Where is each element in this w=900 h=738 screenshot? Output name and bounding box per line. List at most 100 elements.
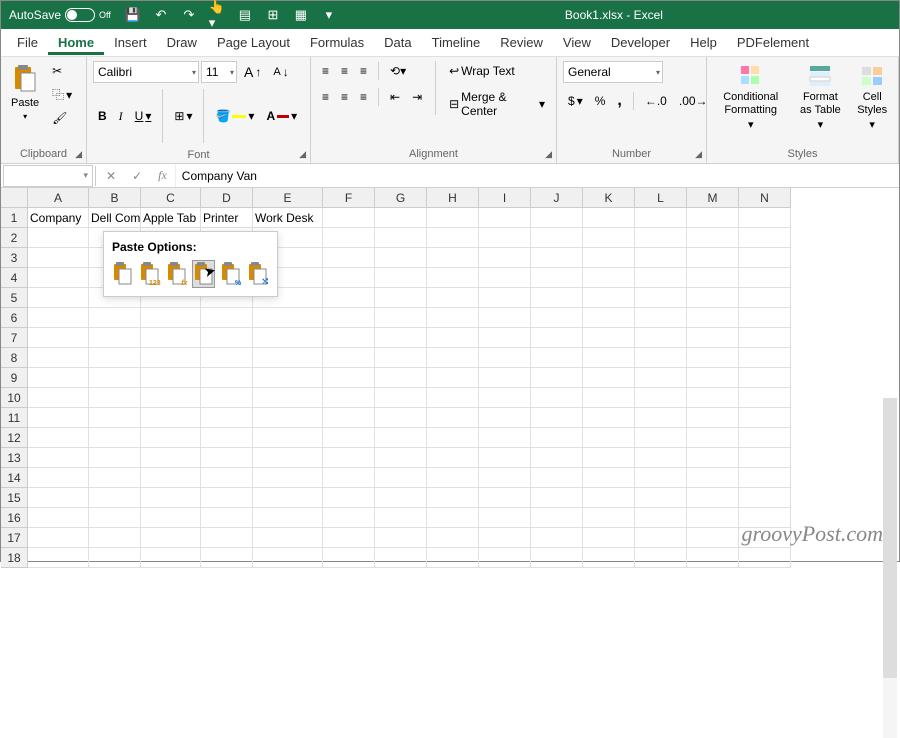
font-color-button[interactable]: A▾ [261,106,302,126]
cell-C1[interactable]: Apple Tab [141,208,201,228]
cell-F7[interactable] [323,328,375,348]
cell-A15[interactable] [28,488,89,508]
cell-I8[interactable] [479,348,531,368]
cell-M18[interactable] [687,548,739,568]
cell-L6[interactable] [635,308,687,328]
cell-D8[interactable] [201,348,253,368]
cell-M15[interactable] [687,488,739,508]
cell-F18[interactable] [323,548,375,568]
cell-I13[interactable] [479,448,531,468]
align-center-button[interactable]: ≡ [336,87,353,107]
cell-L7[interactable] [635,328,687,348]
cell-B10[interactable] [89,388,141,408]
cell-J14[interactable] [531,468,583,488]
cell-N10[interactable] [739,388,791,408]
tab-timeline[interactable]: Timeline [422,31,491,54]
cell-F10[interactable] [323,388,375,408]
cell-I7[interactable] [479,328,531,348]
cell-N2[interactable] [739,228,791,248]
tab-insert[interactable]: Insert [104,31,157,54]
row-header-16[interactable]: 16 [1,508,28,528]
row-header-3[interactable]: 3 [1,248,28,268]
cell-N18[interactable] [739,548,791,568]
cell-I1[interactable] [479,208,531,228]
align-bottom-button[interactable]: ≡ [355,61,372,81]
cell-L13[interactable] [635,448,687,468]
cell-A4[interactable] [28,268,89,288]
cell-K17[interactable] [583,528,635,548]
cut-button[interactable]: ✂ [47,61,77,81]
cell-B13[interactable] [89,448,141,468]
cell-K10[interactable] [583,388,635,408]
column-header-J[interactable]: J [531,188,583,208]
row-header-14[interactable]: 14 [1,468,28,488]
cell-A6[interactable] [28,308,89,328]
paste-button[interactable]: Paste ▾ [7,61,43,124]
cell-M9[interactable] [687,368,739,388]
cell-B8[interactable] [89,348,141,368]
cell-J11[interactable] [531,408,583,428]
align-top-button[interactable]: ≡ [317,61,334,81]
cell-H5[interactable] [427,288,479,308]
cell-F1[interactable] [323,208,375,228]
cell-G11[interactable] [375,408,427,428]
cell-C15[interactable] [141,488,201,508]
cell-C10[interactable] [141,388,201,408]
cell-K3[interactable] [583,248,635,268]
cell-G4[interactable] [375,268,427,288]
cell-N4[interactable] [739,268,791,288]
cell-H1[interactable] [427,208,479,228]
row-header-11[interactable]: 11 [1,408,28,428]
cell-M4[interactable] [687,268,739,288]
increase-decimal-button[interactable]: ←.0 [640,91,672,111]
cell-J1[interactable] [531,208,583,228]
tab-page-layout[interactable]: Page Layout [207,31,300,54]
cell-B1[interactable]: Dell Comp [89,208,141,228]
column-header-E[interactable]: E [253,188,323,208]
cell-M3[interactable] [687,248,739,268]
cell-C17[interactable] [141,528,201,548]
merge-center-button[interactable]: ⊟ Merge & Center ▾ [444,87,550,121]
cell-L10[interactable] [635,388,687,408]
cell-J16[interactable] [531,508,583,528]
column-header-L[interactable]: L [635,188,687,208]
row-header-13[interactable]: 13 [1,448,28,468]
cell-I10[interactable] [479,388,531,408]
cell-K12[interactable] [583,428,635,448]
cell-E6[interactable] [253,308,323,328]
name-box[interactable]: ▾ [3,165,93,187]
cell-styles-button[interactable]: Cell Styles ▾ [852,61,892,135]
column-header-N[interactable]: N [739,188,791,208]
cell-N9[interactable] [739,368,791,388]
cell-M7[interactable] [687,328,739,348]
row-header-10[interactable]: 10 [1,388,28,408]
cell-C7[interactable] [141,328,201,348]
cell-M2[interactable] [687,228,739,248]
cell-J13[interactable] [531,448,583,468]
cell-E14[interactable] [253,468,323,488]
cell-A1[interactable]: Company [28,208,89,228]
cell-D15[interactable] [201,488,253,508]
cell-I11[interactable] [479,408,531,428]
cell-F14[interactable] [323,468,375,488]
cell-K14[interactable] [583,468,635,488]
cell-E12[interactable] [253,428,323,448]
cell-L3[interactable] [635,248,687,268]
alignment-dialog-launcher[interactable]: ◢ [545,149,552,160]
row-header-9[interactable]: 9 [1,368,28,388]
cell-G16[interactable] [375,508,427,528]
cell-N8[interactable] [739,348,791,368]
row-header-7[interactable]: 7 [1,328,28,348]
cell-K6[interactable] [583,308,635,328]
cell-J8[interactable] [531,348,583,368]
cell-E1[interactable]: Work Desk [253,208,323,228]
cell-H18[interactable] [427,548,479,568]
cell-G3[interactable] [375,248,427,268]
tab-file[interactable]: File [7,31,48,54]
cell-N14[interactable] [739,468,791,488]
cell-G13[interactable] [375,448,427,468]
cell-N12[interactable] [739,428,791,448]
cell-G17[interactable] [375,528,427,548]
cell-I9[interactable] [479,368,531,388]
cell-J17[interactable] [531,528,583,548]
